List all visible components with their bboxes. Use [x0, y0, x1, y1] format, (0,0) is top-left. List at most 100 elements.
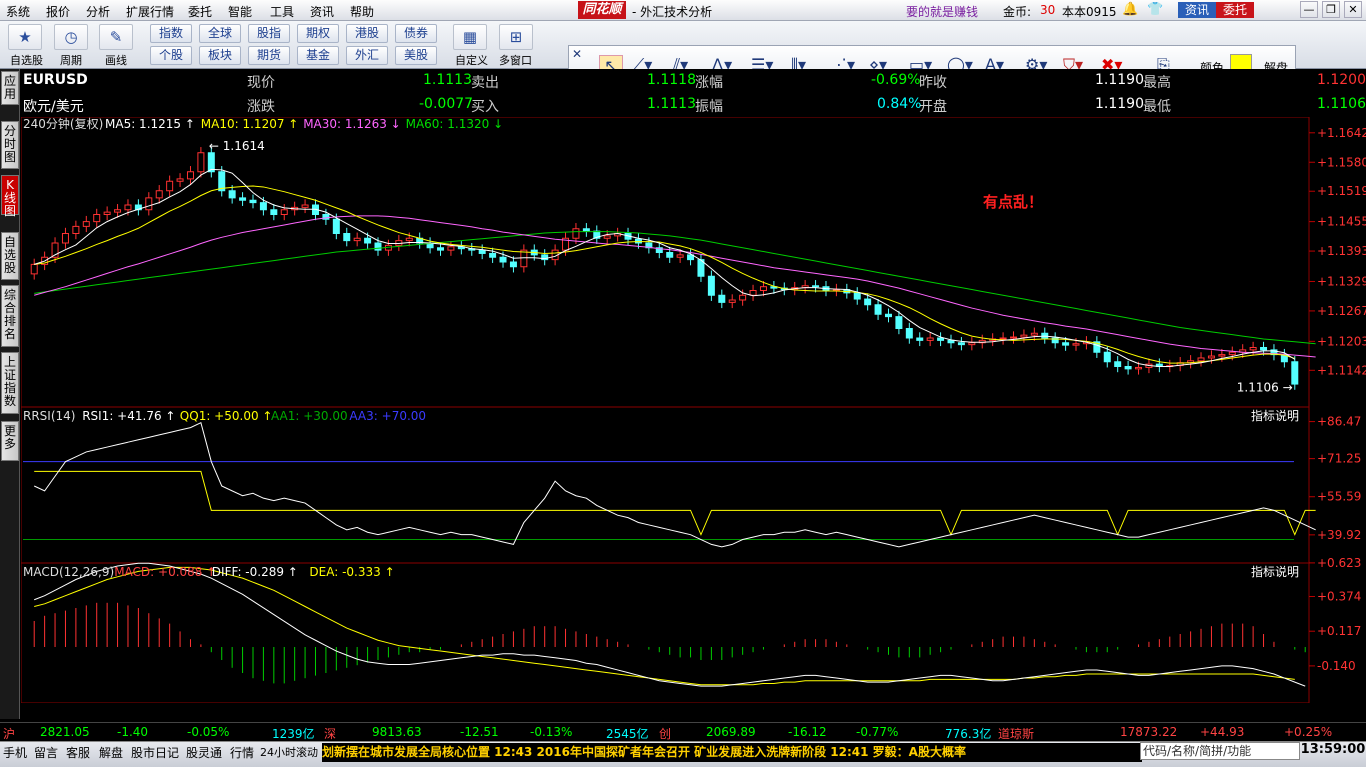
low-value: 1.1106 [1317, 96, 1366, 112]
market-button-9[interactable]: 基金 [297, 46, 339, 65]
menu-item-1[interactable]: 报价 [46, 3, 70, 20]
dj-chg: +44.93 [1200, 725, 1245, 739]
menu-item-3[interactable]: 扩展行情 [126, 3, 174, 20]
market-button-0[interactable]: 指数 [150, 24, 192, 43]
sidebar-tab-shindex[interactable]: 上证指数 [1, 352, 19, 414]
candle-body [905, 328, 913, 339]
restore-icon[interactable]: ❐ [1322, 1, 1340, 18]
rsi-qq1-line [34, 470, 1316, 536]
multi-window-label[interactable]: 多窗口 [499, 52, 532, 68]
candle-body [114, 209, 122, 213]
ma-legend-ma60: MA60: 1.1320 ↓ [406, 117, 504, 131]
tab-message[interactable]: 留言 [34, 744, 58, 761]
watchlist-star-icon[interactable]: ★ [8, 24, 42, 50]
tab-mobile[interactable]: 手机 [3, 744, 27, 761]
code-search-input[interactable]: 代码/名称/简拼/功能 [1140, 742, 1300, 760]
symbol-name: 欧元/美元 [23, 99, 84, 115]
multi-window-icon[interactable]: ⊞ [499, 24, 533, 50]
sidebar-tab-watchlist[interactable]: 自选股 [1, 232, 19, 280]
tab-analysis[interactable]: 解盘 [99, 744, 123, 761]
promo-link[interactable]: 要的就是赚钱 [906, 3, 978, 20]
tab-service[interactable]: 客服 [66, 744, 90, 761]
market-button-3[interactable]: 期权 [297, 24, 339, 43]
rsi-rsi1-line [33, 422, 1316, 548]
high-value: 1.1200 [1317, 72, 1366, 88]
tab-diary[interactable]: 股市日记 [131, 744, 179, 761]
tab-24h-news[interactable]: 24小时滚动 [260, 744, 318, 760]
trade-button[interactable]: 委托 [1216, 2, 1255, 18]
draw-pencil-icon[interactable]: ✎ [99, 24, 133, 50]
shirt-icon[interactable]: 👕 [1147, 2, 1163, 17]
menu-item-8[interactable]: 帮助 [350, 3, 374, 20]
period-clock-icon[interactable]: ◷ [54, 24, 88, 50]
prevclose-value: 1.1190 [1095, 72, 1144, 88]
date-tick-label: 05/17 [745, 702, 780, 703]
tab-gulingtong[interactable]: 股灵通 [186, 744, 222, 761]
custom-layout-icon[interactable]: ▦ [453, 24, 487, 50]
account-name[interactable]: 本本0915 [1062, 3, 1117, 20]
sidebar-tab-ranking[interactable]: 综合排名 [1, 285, 19, 347]
menu-item-4[interactable]: 委托 [188, 3, 212, 20]
price-tick-label: +1.1393 [1317, 244, 1366, 258]
rsi-legend-rrsi14: RRSI(14) [23, 409, 75, 423]
market-button-7[interactable]: 板块 [199, 46, 241, 65]
market-button-10[interactable]: 外汇 [346, 46, 388, 65]
amp-value: 0.84% [877, 96, 922, 112]
minimize-icon[interactable]: — [1300, 1, 1318, 18]
market-button-5[interactable]: 债券 [395, 24, 437, 43]
candle-body [197, 152, 205, 173]
candle-body [582, 228, 590, 232]
open-label: 开盘 [919, 99, 947, 115]
sidebar-tab-apps[interactable]: 应用 [1, 71, 19, 105]
sz-label[interactable]: 深 [324, 725, 336, 742]
sidebar-tab-timeshare[interactable]: 分时图 [1, 121, 19, 169]
draw-label[interactable]: 画线 [105, 52, 127, 68]
candle-body [186, 171, 194, 180]
sidebar-tab-kline[interactable]: K线图 [1, 175, 19, 218]
close-icon[interactable]: ✕ [1344, 1, 1362, 18]
quote-header: EURUSD 欧元/美元 现价 1.1113 卖出 1.1118 涨幅 -0.6… [21, 69, 1366, 117]
market-button-6[interactable]: 个股 [150, 46, 192, 65]
menu-item-2[interactable]: 分析 [86, 3, 110, 20]
candle-body [759, 286, 767, 291]
max-price-annotation: ← 1.1614 [209, 139, 265, 153]
chg-value: -0.0077 [419, 96, 474, 112]
candle-body [228, 190, 236, 199]
price-value: 1.1113 [423, 72, 472, 88]
rsi-tick-label: +39.92 [1317, 528, 1361, 542]
period-label[interactable]: 周期 [60, 52, 82, 68]
menu-item-6[interactable]: 工具 [270, 3, 294, 20]
market-button-8[interactable]: 期货 [248, 46, 290, 65]
watchlist-label[interactable]: 自选股 [10, 52, 43, 68]
rsi-tick-label: +55.59 [1317, 490, 1361, 504]
bell-icon[interactable]: 🔔 [1122, 2, 1138, 17]
dj-label[interactable]: 道琼斯 [998, 725, 1034, 742]
custom-layout-label[interactable]: 自定义 [455, 52, 488, 68]
macd-tick-label: +0.117 [1317, 624, 1361, 638]
cy-volume: 776.3亿 [945, 727, 992, 741]
news-ticker[interactable]: 划新摆在城市发展全局核心位置 12:43 2016年中国探矿者年会召开 矿业发展… [322, 743, 1142, 762]
menu-item-7[interactable]: 资讯 [310, 3, 334, 20]
menu-item-0[interactable]: 系统 [6, 3, 30, 20]
market-button-1[interactable]: 全球 [199, 24, 241, 43]
date-tick-label: 05/27 [1227, 702, 1262, 703]
market-button-2[interactable]: 股指 [248, 24, 290, 43]
price-tick-label: +1.1267 [1317, 304, 1366, 318]
news-button[interactable]: 资讯 [1178, 2, 1217, 18]
tab-market[interactable]: 行情 [230, 744, 254, 761]
menu-item-5[interactable]: 智能 [228, 3, 252, 20]
market-button-11[interactable]: 美股 [395, 46, 437, 65]
candle-body [926, 337, 934, 341]
rsi-legend-aa1: AA1: +30.00 [271, 409, 348, 423]
candle-body [874, 304, 882, 315]
rsi-indicator-button: 指标说明 [1251, 408, 1299, 423]
market-button-4[interactable]: 港股 [346, 24, 388, 43]
sh-label[interactable]: 沪 [3, 725, 15, 742]
sidebar-tab-more[interactable]: 更多 [1, 421, 19, 461]
candle-body [707, 275, 715, 296]
kline-chart[interactable]: +1.1642 +1.1580 +1.1519 +1.1455 +1.1393 +1.13… [21, 117, 1366, 703]
drawbar-close-icon[interactable]: ✕ [572, 47, 582, 61]
cy-label[interactable]: 创 [659, 725, 671, 742]
candle-body [124, 204, 132, 211]
ma10-line [34, 185, 1295, 364]
